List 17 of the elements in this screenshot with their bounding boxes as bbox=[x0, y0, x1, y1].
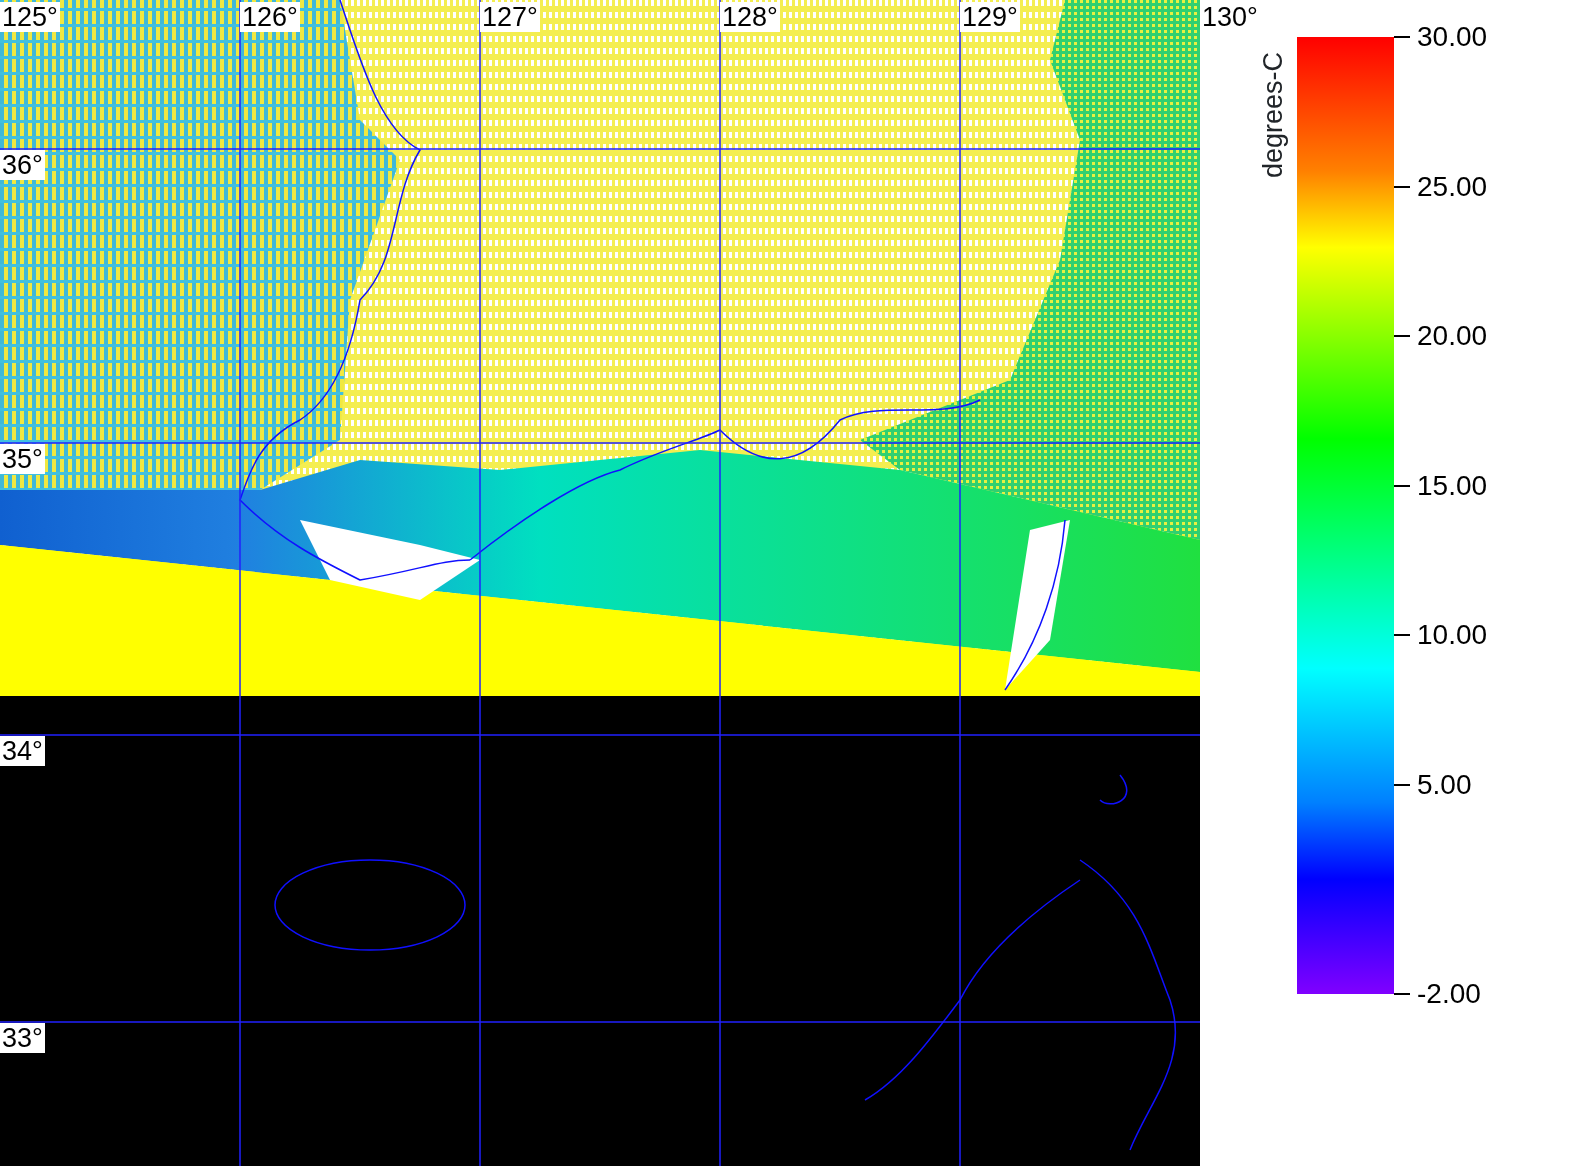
scale-tick-label: 30.00 bbox=[1417, 22, 1488, 52]
unit-label: degrees-C bbox=[1258, 51, 1288, 179]
scale-tick-label: 15.00 bbox=[1417, 470, 1488, 501]
latitude-label: 35° bbox=[0, 444, 45, 474]
scale-tick-label: 5.00 bbox=[1417, 769, 1472, 800]
longitude-label: 127° bbox=[480, 2, 540, 32]
longitude-label: 129° bbox=[960, 2, 1020, 32]
scale-tick-label: 20.00 bbox=[1417, 321, 1488, 352]
latitude-label: 34° bbox=[0, 736, 45, 766]
scale-tick-label: 10.00 bbox=[1417, 620, 1488, 651]
latitude-label: 36° bbox=[0, 150, 45, 180]
latitude-label: 33° bbox=[0, 1023, 45, 1053]
scale-tick-label: -2.00 bbox=[1417, 979, 1481, 1009]
longitude-label: 128° bbox=[720, 2, 780, 32]
longitude-label: 125° bbox=[0, 2, 60, 32]
scale-tick-label: 25.00 bbox=[1417, 171, 1488, 202]
longitude-label: 126° bbox=[240, 2, 300, 32]
